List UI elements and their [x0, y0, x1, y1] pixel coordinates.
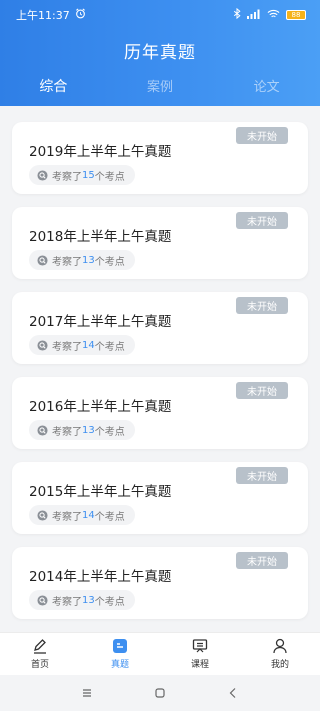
- status-badge: 未开始: [236, 382, 288, 399]
- pen-icon: [34, 639, 46, 654]
- nav-exams[interactable]: 真题: [80, 633, 160, 675]
- search-icon: [37, 594, 48, 606]
- search-icon: [37, 509, 48, 521]
- status-badge: 未开始: [236, 297, 288, 314]
- status-badge: 未开始: [236, 467, 288, 484]
- nav-courses[interactable]: 课程: [160, 633, 240, 675]
- search-icon: [37, 169, 48, 181]
- bluetooth-icon: [233, 7, 241, 22]
- back-icon[interactable]: [226, 686, 240, 700]
- topic-suffix: 个考点: [94, 596, 125, 608]
- topic-count-pill: 考察了 13 个考点: [29, 250, 135, 270]
- signal-icon: [247, 9, 261, 22]
- user-icon: [273, 638, 287, 654]
- tab-essay[interactable]: 论文: [213, 76, 320, 98]
- exam-title: 2019年上半年上午真题: [29, 144, 172, 160]
- system-nav-bar: [0, 675, 320, 711]
- nav-exams-label: 真题: [110, 660, 129, 670]
- topic-count-pill: 考察了 15 个考点: [29, 165, 135, 185]
- topic-suffix: 个考点: [94, 511, 125, 523]
- topic-count-pill: 考察了 14 个考点: [29, 505, 135, 525]
- exam-card[interactable]: 未开始 2018年上半年上午真题 考察了 13 个考点: [12, 207, 308, 279]
- topic-suffix: 个考点: [94, 256, 125, 268]
- exam-title: 2014年上半年上午真题: [29, 569, 172, 585]
- exam-card[interactable]: 未开始 2019年上半年上午真题 考察了 15 个考点: [12, 122, 308, 194]
- topic-count: 14: [82, 509, 95, 521]
- status-badge: 未开始: [236, 127, 288, 144]
- tab-comprehensive[interactable]: 综合: [0, 76, 107, 98]
- document-icon: [113, 639, 127, 653]
- nav-home-label: 首页: [30, 660, 49, 670]
- nav-profile[interactable]: 我的: [240, 633, 320, 675]
- header: 上午11:37 88 历年真题 综合 案例 论文: [0, 0, 320, 106]
- exam-title: 2017年上半年上午真题: [29, 314, 172, 330]
- status-badge: 未开始: [236, 212, 288, 229]
- tab-bar: 综合 案例 论文: [0, 76, 320, 98]
- exam-card[interactable]: 未开始 2017年上半年上午真题 考察了 14 个考点: [12, 292, 308, 364]
- exam-card[interactable]: 未开始 2016年上半年上午真题 考察了 13 个考点: [12, 377, 308, 449]
- topic-count: 15: [82, 169, 95, 181]
- topic-suffix: 个考点: [94, 171, 125, 183]
- topic-prefix: 考察了: [52, 511, 82, 523]
- topic-prefix: 考察了: [52, 171, 82, 183]
- nav-courses-label: 课程: [190, 660, 209, 670]
- menu-icon[interactable]: [80, 686, 94, 700]
- exam-title: 2016年上半年上午真题: [29, 399, 172, 415]
- search-icon: [37, 254, 48, 266]
- topic-suffix: 个考点: [94, 341, 125, 353]
- alarm-icon: [75, 8, 86, 22]
- topic-count: 13: [82, 424, 95, 436]
- topic-count: 14: [82, 339, 95, 351]
- status-badge: 未开始: [236, 552, 288, 569]
- nav-home[interactable]: 首页: [0, 633, 80, 675]
- topic-count: 13: [82, 594, 95, 606]
- bottom-nav: 首页 真题 课程 我的: [0, 632, 320, 675]
- topic-count-pill: 考察了 13 个考点: [29, 420, 135, 440]
- topic-prefix: 考察了: [52, 426, 82, 438]
- home-icon[interactable]: [153, 686, 167, 700]
- page-title: 历年真题: [124, 43, 196, 63]
- topic-count: 13: [82, 254, 95, 266]
- status-bar: 上午11:37 88: [0, 0, 320, 30]
- exam-card[interactable]: 未开始 2015年上半年上午真题 考察了 14 个考点: [12, 462, 308, 534]
- topic-prefix: 考察了: [52, 596, 82, 608]
- course-icon: [192, 639, 208, 653]
- topic-count-pill: 考察了 13 个考点: [29, 590, 135, 610]
- wifi-icon: [267, 9, 280, 22]
- topic-suffix: 个考点: [94, 426, 125, 438]
- nav-profile-label: 我的: [270, 660, 289, 670]
- status-time: 上午11:37: [16, 9, 70, 22]
- topic-prefix: 考察了: [52, 341, 82, 353]
- search-icon: [37, 339, 48, 351]
- topic-count-pill: 考察了 14 个考点: [29, 335, 135, 355]
- tab-case[interactable]: 案例: [107, 76, 214, 98]
- exam-title: 2018年上半年上午真题: [29, 229, 172, 245]
- search-icon: [37, 424, 48, 436]
- exam-card[interactable]: 未开始 2014年上半年上午真题 考察了 13 个考点: [12, 547, 308, 619]
- topic-prefix: 考察了: [52, 256, 82, 268]
- battery-icon: 88: [286, 10, 306, 20]
- exam-title: 2015年上半年上午真题: [29, 484, 172, 500]
